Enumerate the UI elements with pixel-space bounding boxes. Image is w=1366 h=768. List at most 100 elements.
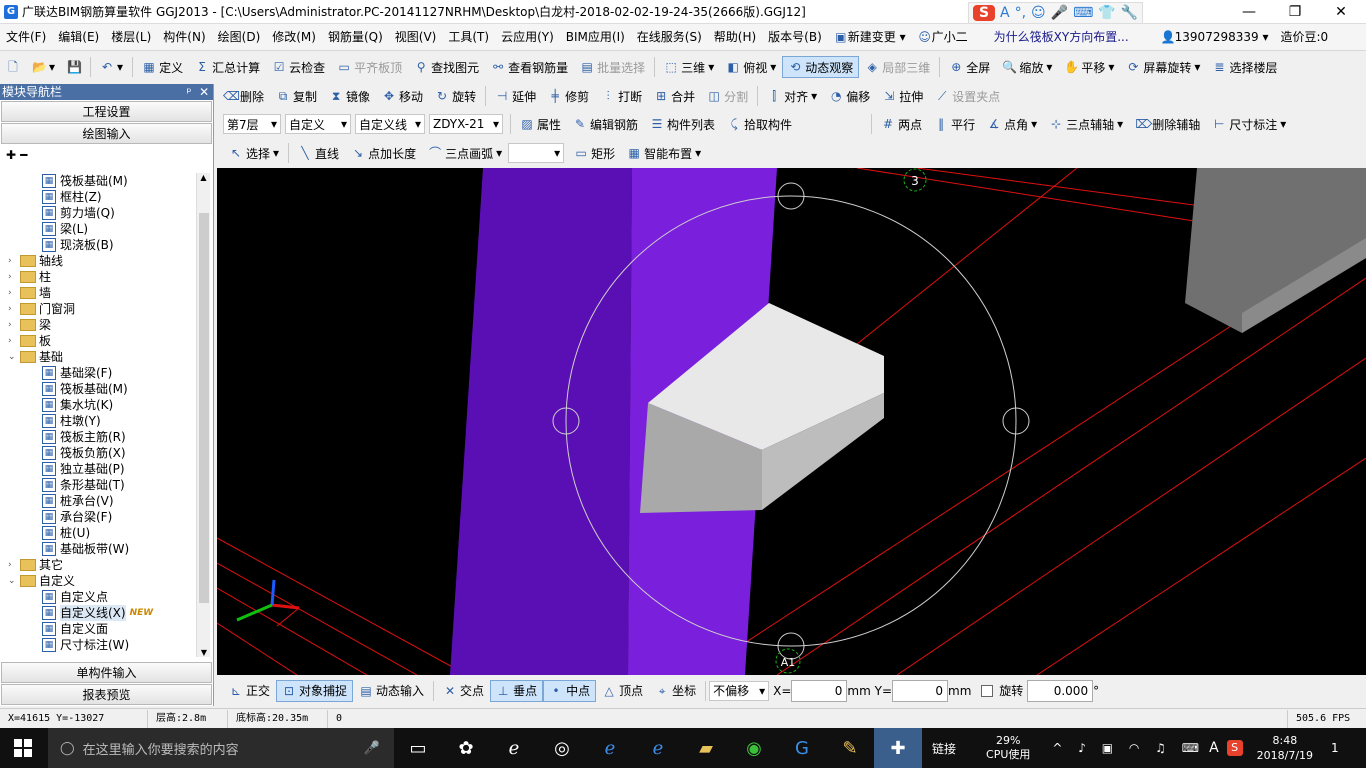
expand-toggle-icon[interactable]: › bbox=[8, 317, 20, 333]
windows-start-icon[interactable] bbox=[14, 739, 32, 757]
set-grip-button[interactable]: ⟋ 设置夹点 bbox=[929, 85, 1006, 107]
arc-option-select[interactable]: ▾ bbox=[508, 143, 565, 163]
edge-app-icon[interactable]: ℯ bbox=[586, 728, 634, 768]
rotate-checkbox[interactable] bbox=[981, 684, 994, 697]
green-app-icon[interactable]: ◉ bbox=[730, 728, 778, 768]
tree-item[interactable]: ▦ 现浇板(B) bbox=[2, 237, 198, 253]
floor-select[interactable]: 第7层 ▾ bbox=[223, 114, 281, 134]
ie-blue-app-icon[interactable]: ℯ bbox=[634, 728, 682, 768]
drawing-input-button[interactable]: 绘图输入 bbox=[1, 123, 212, 144]
tree-folder[interactable]: ⌄ 自定义 bbox=[2, 573, 198, 589]
user-phone[interactable]: 👤13907298339 ▾ bbox=[1155, 24, 1275, 50]
find-element-button[interactable]: ⚲ 查找图元 bbox=[408, 56, 485, 78]
collapse-all-icon[interactable]: ━ bbox=[20, 148, 27, 162]
object-snap-button[interactable]: ⊡ 对象捕捉 bbox=[276, 679, 354, 702]
tree-item[interactable]: ▦ 桩(U) bbox=[2, 525, 198, 541]
cpu-widget[interactable]: 29% CPU使用 bbox=[986, 734, 1030, 762]
zoom-button[interactable]: 🔍 缩放 ▾ bbox=[996, 56, 1058, 78]
notes-app-icon[interactable]: ✎ bbox=[826, 728, 874, 768]
tree-folder[interactable]: › 梁 bbox=[2, 317, 198, 333]
input-lang-icon[interactable]: A bbox=[1209, 740, 1219, 756]
split-button[interactable]: ◫ 分割 bbox=[701, 85, 754, 107]
perpendicular-snap-button[interactable]: ⊥ 垂点 bbox=[490, 679, 544, 702]
component-select[interactable]: ZDYX-21 ▾ bbox=[429, 114, 503, 134]
view-rebar-button[interactable]: ⚯ 查看钢筋量 bbox=[485, 56, 574, 78]
tree-folder[interactable]: › 柱 bbox=[2, 269, 198, 285]
sum-calc-button[interactable]: Σ 汇总计算 bbox=[189, 56, 266, 78]
tree-item[interactable]: ▦ 承台梁(F) bbox=[2, 509, 198, 525]
restore-button[interactable]: ❐ bbox=[1272, 0, 1318, 24]
coordinate-snap-button[interactable]: ⌖ 坐标 bbox=[649, 680, 702, 702]
ggj-app-icon[interactable]: ✚ bbox=[874, 728, 922, 768]
minimize-button[interactable]: — bbox=[1226, 0, 1272, 24]
tree-item[interactable]: ▦ 筏板基础(M) bbox=[2, 173, 198, 189]
ime-tools-icon[interactable]: 🔧 bbox=[1121, 5, 1138, 21]
tree-item[interactable]: ▦ 独立基础(P) bbox=[2, 461, 198, 477]
taskbar-search[interactable]: ◯ 在这里输入你要搜索的内容 🎤 bbox=[48, 728, 394, 768]
menu-help[interactable]: 帮助(H) bbox=[708, 24, 762, 50]
parallel-axis-button[interactable]: ‖ 平行 bbox=[928, 113, 981, 135]
define-button[interactable]: ▦ 定义 bbox=[136, 56, 189, 78]
question-link[interactable]: 为什么筏板XY方向布置... bbox=[988, 24, 1135, 50]
tree-item[interactable]: ▦ 自定义点 bbox=[2, 589, 198, 605]
ime-lang-icon[interactable]: A bbox=[1000, 5, 1010, 21]
tree-item[interactable]: ▦ 集水坑(K) bbox=[2, 397, 198, 413]
select-floor-button[interactable]: ≣ 选择楼层 bbox=[1206, 56, 1283, 78]
point-length-button[interactable]: ↘ 点加长度 bbox=[345, 142, 422, 164]
edit-rebar-button[interactable]: ✎ 编辑钢筋 bbox=[567, 113, 644, 135]
expand-toggle-icon[interactable]: › bbox=[8, 557, 20, 573]
mirror-button[interactable]: ⧗ 镜像 bbox=[323, 85, 376, 107]
break-button[interactable]: ⫶ 打断 bbox=[595, 85, 648, 107]
menu-component[interactable]: 构件(N) bbox=[157, 24, 211, 50]
menu-view[interactable]: 视图(V) bbox=[389, 24, 443, 50]
tree-item[interactable]: ▦ 框柱(Z) bbox=[2, 189, 198, 205]
properties-button[interactable]: ▨ 属性 bbox=[514, 113, 567, 135]
pick-component-button[interactable]: ⤹ 拾取构件 bbox=[721, 113, 798, 135]
rectangle-tool-button[interactable]: ▭ 矩形 bbox=[568, 142, 621, 164]
two-point-axis-button[interactable]: # 两点 bbox=[875, 113, 928, 135]
expand-toggle-icon[interactable]: › bbox=[8, 285, 20, 301]
expand-toggle-icon[interactable]: ⌄ bbox=[8, 349, 20, 365]
project-settings-button[interactable]: 工程设置 bbox=[1, 101, 212, 122]
ime-keyboard-icon[interactable]: ⌨ bbox=[1073, 5, 1093, 21]
glodon-g-app-icon[interactable]: G bbox=[778, 728, 826, 768]
tree-folder[interactable]: › 其它 bbox=[2, 557, 198, 573]
menu-assistant[interactable]: ☺广小二 bbox=[912, 24, 974, 50]
tree-item[interactable]: ▦ 基础板带(W) bbox=[2, 541, 198, 557]
tray-icons[interactable]: ^ ♪ ▣ ◠ ♫ ⌨ bbox=[1052, 741, 1205, 755]
microphone-icon[interactable]: 🎤 bbox=[364, 741, 380, 756]
clock[interactable]: 8:48 2018/7/19 bbox=[1257, 733, 1313, 763]
point-angle-button[interactable]: ∡ 点角 ▾ bbox=[981, 113, 1043, 135]
smart-layout-button[interactable]: ▦ 智能布置 ▾ bbox=[621, 142, 707, 164]
sogou-tray-icon[interactable]: S bbox=[1226, 740, 1243, 756]
fullscreen-button[interactable]: ⊕ 全屏 bbox=[943, 56, 996, 78]
tree-item[interactable]: ▦ 条形基础(T) bbox=[2, 477, 198, 493]
open-file-button[interactable]: 📂 ▾ bbox=[26, 56, 61, 78]
dimension-button[interactable]: ⊢ 尺寸标注 ▾ bbox=[1206, 113, 1292, 135]
type-select[interactable]: 自定义线 ▾ bbox=[355, 114, 425, 134]
menu-edit[interactable]: 编辑(E) bbox=[52, 24, 105, 50]
cloud-check-button[interactable]: ☑ 云检查 bbox=[266, 56, 331, 78]
rotate-input[interactable]: 0.000 bbox=[1027, 679, 1094, 702]
category-select[interactable]: 自定义 ▾ bbox=[285, 114, 351, 134]
menu-version[interactable]: 版本号(B) bbox=[762, 24, 828, 50]
line-tool-button[interactable]: ╲ 直线 bbox=[292, 142, 345, 164]
tree-item[interactable]: ▦ 自定义面 bbox=[2, 621, 198, 637]
tree-folder[interactable]: › 墙 bbox=[2, 285, 198, 301]
expand-all-icon[interactable]: ✚ bbox=[6, 148, 16, 162]
menu-file[interactable]: 文件(F) bbox=[0, 24, 52, 50]
delete-aux-button[interactable]: ⌦ 删除辅轴 bbox=[1129, 113, 1206, 135]
three-point-aux-button[interactable]: ⊹ 三点辅轴 ▾ bbox=[1043, 113, 1129, 135]
tree-folder[interactable]: › 板 bbox=[2, 333, 198, 349]
menu-new-change[interactable]: ▣新建变更 ▾ bbox=[828, 24, 912, 50]
browser-app-icon[interactable]: ◎ bbox=[538, 728, 586, 768]
trim-button[interactable]: ╪ 修剪 bbox=[542, 85, 595, 107]
menu-modify[interactable]: 修改(M) bbox=[266, 24, 322, 50]
merge-button[interactable]: ⊞ 合并 bbox=[648, 85, 701, 107]
scroll-thumb[interactable] bbox=[199, 213, 209, 603]
tree-folder[interactable]: ⌄ 基础 bbox=[2, 349, 198, 365]
scroll-up-icon[interactable]: ▲ bbox=[197, 173, 210, 182]
tree-item[interactable]: ▦ 柱墩(Y) bbox=[2, 413, 198, 429]
tree-item[interactable]: ▦ 筏板主筋(R) bbox=[2, 429, 198, 445]
menu-cloud[interactable]: 云应用(Y) bbox=[495, 24, 560, 50]
